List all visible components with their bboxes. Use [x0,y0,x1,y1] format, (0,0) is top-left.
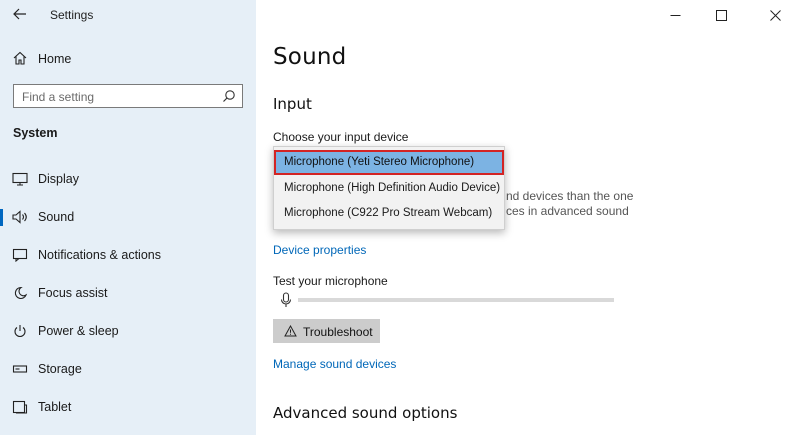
troubleshoot-button[interactable]: Troubleshoot [273,319,380,343]
speaker-icon [12,210,27,224]
power-icon [14,325,26,338]
nav-item-storage[interactable]: Storage [0,354,256,384]
nav-item-label: Notifications & actions [38,248,161,262]
nav-item-tablet[interactable]: Tablet [0,392,256,422]
nav-item-label: Display [38,172,79,186]
troubleshoot-label: Troubleshoot [303,325,373,339]
display-icon [12,172,28,186]
nav-item-notifications[interactable]: Notifications & actions [0,240,256,270]
minimize-button[interactable] [652,0,698,30]
notification-icon [12,248,28,262]
nav-item-focus-assist[interactable]: Focus assist [0,278,256,308]
nav-item-display[interactable]: Display [0,164,256,194]
device-properties-link[interactable]: Device properties [273,243,366,257]
choose-device-label: Choose your input device [273,130,409,144]
obscured-description-line: nd devices than the one [506,189,634,203]
dropdown-option-hd-audio[interactable]: Microphone (High Definition Audio Device… [274,176,504,201]
tablet-icon [12,400,28,414]
nav-home[interactable]: Home [0,46,256,72]
search-input[interactable]: Find a setting [13,84,243,108]
nav-item-label: Storage [38,362,82,376]
input-heading: Input [273,95,312,113]
search-icon[interactable] [222,89,236,103]
obscured-description-line: ces in advanced sound [506,204,629,218]
back-arrow-icon [13,8,26,20]
test-microphone-label: Test your microphone [273,274,388,288]
home-icon [13,51,27,65]
maximize-icon [715,9,727,21]
maximize-button[interactable] [698,0,744,30]
nav-item-label: Focus assist [38,286,108,300]
microphone-icon [280,292,292,307]
nav-home-label: Home [38,52,72,66]
input-device-dropdown-list[interactable]: Microphone (Yeti Stereo Microphone) Micr… [273,146,505,230]
nav-section-title: System [13,126,58,140]
app-title: Settings [50,8,94,22]
close-icon [769,9,781,21]
storage-icon [12,365,28,373]
manage-sound-devices-link[interactable]: Manage sound devices [273,357,396,371]
advanced-sound-heading: Advanced sound options [273,404,458,422]
close-button[interactable] [752,0,798,30]
back-button[interactable] [6,2,34,26]
search-placeholder: Find a setting [22,90,95,104]
dropdown-option-c922[interactable]: Microphone (C922 Pro Stream Webcam) [274,201,504,226]
minimize-icon [670,14,680,16]
nav-item-sound[interactable]: Sound [0,202,256,232]
microphone-level-meter [298,298,614,302]
nav-pane: Settings Home Find a setting System Disp… [0,0,256,435]
nav-item-power-sleep[interactable]: Power & sleep [0,316,256,346]
main-content: Sound Input Choose your input device nd … [256,0,800,435]
moon-icon [14,286,28,299]
dropdown-option-yeti[interactable]: Microphone (Yeti Stereo Microphone) [274,150,504,175]
selection-indicator [0,209,3,226]
page-title: Sound [273,44,347,70]
nav-item-label: Power & sleep [38,324,119,338]
nav-item-label: Tablet [38,400,72,414]
nav-item-label: Sound [38,210,75,224]
titlebar: Settings [0,0,256,30]
warning-icon [284,325,297,337]
